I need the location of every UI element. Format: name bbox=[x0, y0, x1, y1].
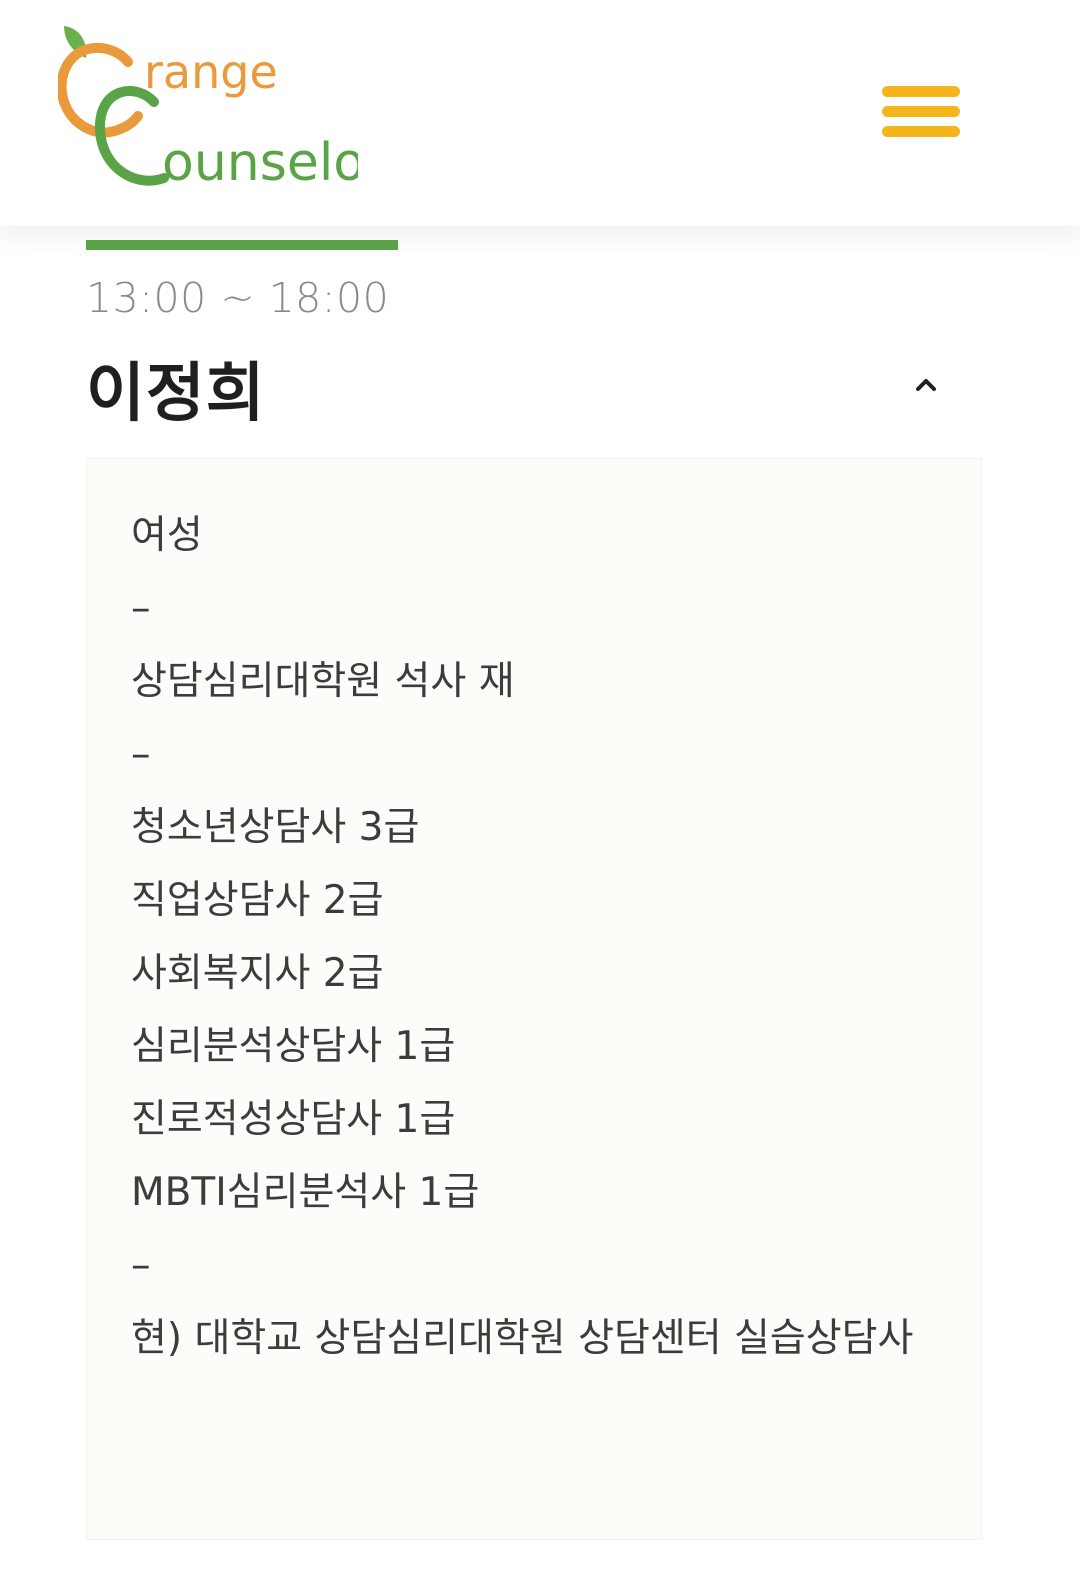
site-header: range ounselor bbox=[0, 0, 1080, 226]
menu-bar bbox=[882, 106, 960, 117]
menu-bar bbox=[882, 86, 960, 97]
counselor-detail-panel: 여성 – 상담심리대학원 석사 재 – 청소년상담사 3급 직업상담사 2급 사… bbox=[86, 458, 982, 1540]
detail-item: MBTI심리분석사 1급 bbox=[131, 1170, 480, 1215]
hamburger-menu-button[interactable] bbox=[882, 84, 962, 142]
chevron-up-icon[interactable] bbox=[912, 372, 940, 396]
orange-counselor-logo[interactable]: range ounselor bbox=[58, 18, 358, 193]
detail-item: 현) 대학교 상담심리대학원 상담센터 실습상담사 bbox=[131, 1316, 914, 1361]
detail-item: 심리분석상담사 1급 bbox=[131, 1024, 456, 1069]
detail-item: 여성 bbox=[131, 513, 203, 558]
logo-text-range: range bbox=[144, 45, 278, 99]
detail-item: 진로적성상담사 1급 bbox=[131, 1097, 456, 1142]
detail-item: 사회복지사 2급 bbox=[131, 951, 384, 996]
menu-bar bbox=[882, 126, 960, 137]
logo-text-ounselor: ounselor bbox=[162, 133, 358, 193]
counselor-name: 이정희 bbox=[86, 357, 266, 431]
separator: – bbox=[131, 586, 151, 631]
detail-item: 직업상담사 2급 bbox=[131, 878, 384, 923]
separator: – bbox=[131, 732, 151, 777]
detail-item: 청소년상담사 3급 bbox=[131, 805, 420, 850]
detail-item: 상담심리대학원 석사 재 bbox=[131, 659, 515, 704]
detail-list: 여성 – 상담심리대학원 석사 재 – 청소년상담사 3급 직업상담사 2급 사… bbox=[131, 499, 913, 1375]
counseling-time: 13:00 ~ 18:00 bbox=[86, 274, 390, 322]
separator: – bbox=[131, 1243, 151, 1288]
accent-bar bbox=[86, 240, 398, 250]
